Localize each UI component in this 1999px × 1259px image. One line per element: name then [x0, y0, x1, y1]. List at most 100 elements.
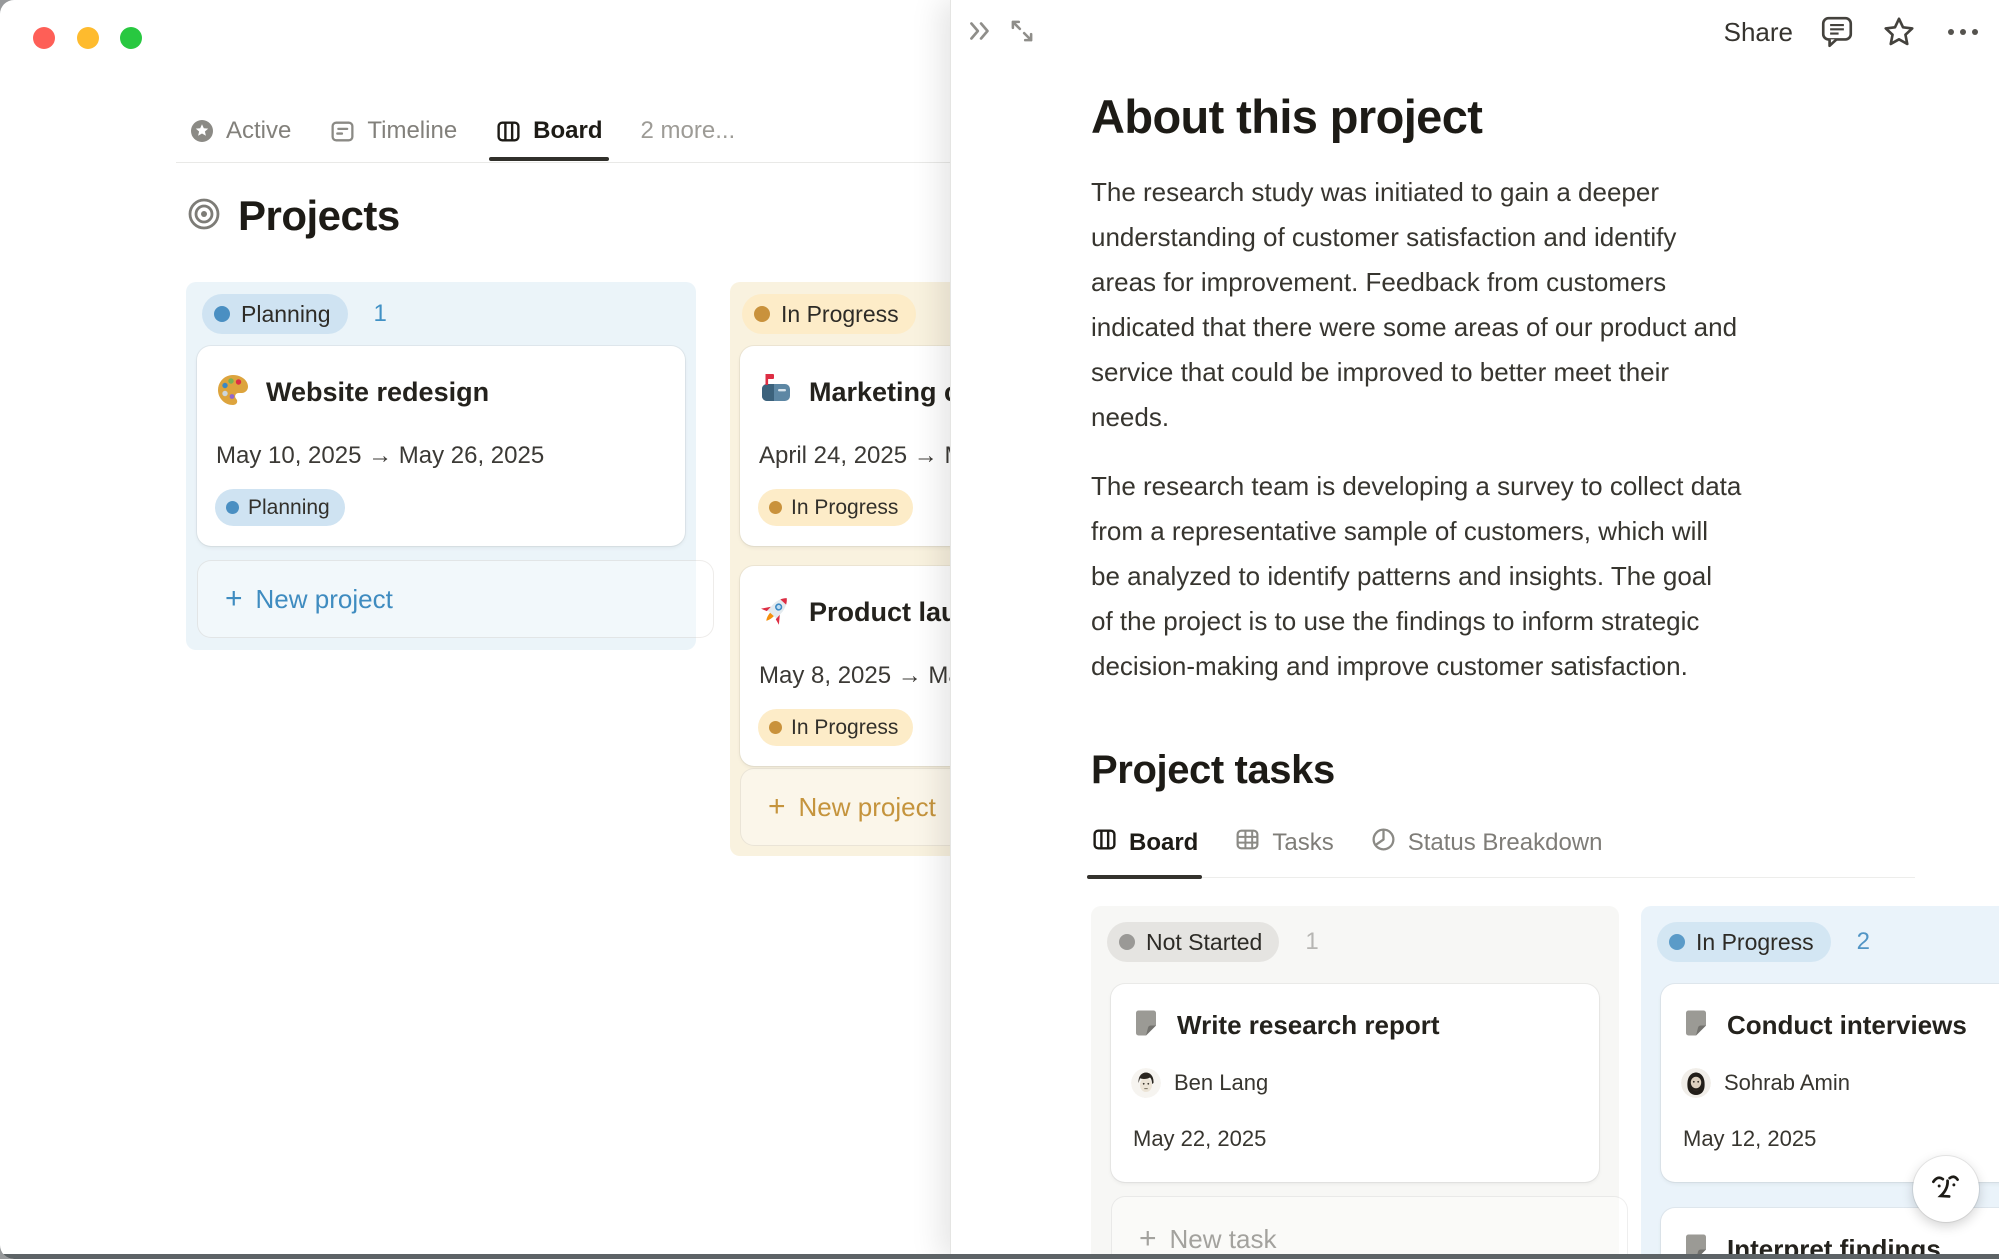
new-task-label: New task — [1170, 1224, 1277, 1255]
new-project-label: New project — [799, 792, 936, 823]
card-title: Conduct interviews — [1727, 1010, 1967, 1041]
zoom-button[interactable] — [120, 27, 142, 49]
status-dot — [1119, 934, 1135, 950]
card-status-pill: In Progress — [758, 709, 913, 746]
about-paragraph-1: The research study was initiated to gain… — [1091, 170, 1921, 440]
status-pill-planning[interactable]: Planning — [202, 294, 348, 334]
about-paragraph-2: The research team is developing a survey… — [1091, 464, 1921, 689]
new-project-button-planning[interactable]: + New project — [197, 560, 714, 638]
avatar-ben-lang — [1131, 1068, 1161, 1098]
double-chevron-right-icon[interactable] — [965, 16, 995, 46]
status-pill-not-started[interactable]: Not Started — [1107, 922, 1279, 962]
new-project-label: New project — [256, 584, 393, 615]
tab-active-view[interactable]: Active — [189, 117, 291, 145]
peek-toolbar-right: Share — [1724, 14, 1982, 50]
tab-more-views[interactable]: 2 more... — [641, 117, 736, 145]
status-pill-label: Planning — [248, 496, 330, 520]
notion-window: Active Timeline Board 2 more... Projects — [0, 0, 1999, 1259]
project-card-website-redesign[interactable]: Website redesign May 10, 2025 → May 26, … — [197, 346, 685, 546]
tabbar-divider — [176, 162, 966, 163]
status-pill-label: In Progress — [1696, 929, 1814, 956]
tab-status-breakdown[interactable]: Status Breakdown — [1370, 822, 1603, 864]
card-date: May 22, 2025 — [1133, 1126, 1266, 1152]
new-task-button[interactable]: + New task — [1111, 1196, 1628, 1259]
task-column-not-started: Not Started 1 Write research report Ben … — [1091, 906, 1619, 1259]
status-dot — [226, 501, 239, 514]
status-pill-label: In Progress — [791, 716, 898, 740]
tab-board-view[interactable]: Board — [495, 117, 602, 145]
assignee-name: Ben Lang — [1174, 1070, 1268, 1096]
task-column-header[interactable]: In Progress 2 — [1657, 922, 1870, 962]
notion-ai-button[interactable] — [1913, 1156, 1979, 1222]
table-icon — [1234, 826, 1261, 860]
status-dot — [754, 306, 770, 322]
board-icon — [1091, 826, 1118, 860]
card-date-range: May 10, 2025 → May 26, 2025 — [216, 442, 544, 470]
tab-task-board[interactable]: Board — [1091, 822, 1198, 864]
column-planning-header[interactable]: Planning 1 — [202, 294, 387, 334]
column-planning: Planning 1 Website redesign May 10, 2025… — [186, 282, 696, 650]
status-dot — [1669, 934, 1685, 950]
column-count: 1 — [374, 300, 387, 328]
tab-task-table[interactable]: Tasks — [1234, 822, 1333, 864]
status-pill-label: Not Started — [1146, 929, 1262, 956]
target-icon — [186, 196, 222, 237]
more-ellipsis-icon[interactable] — [1944, 14, 1982, 50]
plus-icon: + — [225, 584, 243, 614]
task-column-header[interactable]: Not Started 1 — [1107, 922, 1319, 962]
avatar-sohrab-amin — [1681, 1068, 1711, 1098]
status-pill-in-progress[interactable]: In Progress — [742, 294, 916, 334]
plus-icon: + — [768, 792, 786, 822]
peek-toolbar-left — [965, 16, 1037, 46]
tab-label: Board — [1129, 829, 1198, 857]
status-pill-in-progress[interactable]: In Progress — [1657, 922, 1831, 962]
notion-ai-face-icon — [1925, 1166, 1967, 1213]
tab-label: Active — [226, 117, 291, 145]
card-title: Product lau — [809, 597, 958, 628]
mailbox-icon — [758, 372, 794, 413]
page-doc-icon — [1681, 1008, 1711, 1043]
column-count: 1 — [1305, 928, 1318, 956]
timeline-icon — [329, 118, 356, 145]
task-view-tabs: Board Tasks Status Breakdown — [1091, 822, 1915, 878]
page-doc-icon — [1131, 1008, 1161, 1043]
view-tabs: Active Timeline Board 2 more... — [189, 110, 735, 152]
card-status-pill: In Progress — [758, 489, 913, 526]
tab-label: Board — [533, 117, 602, 145]
minimize-button[interactable] — [77, 27, 99, 49]
tab-label: 2 more... — [641, 117, 736, 145]
rocket-icon — [758, 592, 794, 633]
status-dot — [214, 306, 230, 322]
expand-diagonal-icon[interactable] — [1007, 16, 1037, 46]
card-title: Website redesign — [266, 377, 489, 408]
close-button[interactable] — [33, 27, 55, 49]
status-dot — [769, 501, 782, 514]
card-title: Write research report — [1177, 1010, 1440, 1041]
share-button[interactable]: Share — [1724, 17, 1793, 48]
comment-icon[interactable] — [1820, 14, 1854, 50]
page-title: Projects — [238, 192, 400, 240]
tab-timeline-view[interactable]: Timeline — [329, 117, 457, 145]
star-badge-icon — [189, 118, 215, 144]
star-icon[interactable] — [1881, 14, 1917, 50]
about-heading: About this project — [1091, 88, 1921, 146]
assignee-name: Sohrab Amin — [1724, 1070, 1850, 1096]
column-count: 2 — [1857, 928, 1870, 956]
task-card-conduct-interviews[interactable]: Conduct interviews Sohrab Amin May 12, 2… — [1661, 984, 1999, 1182]
status-pill-label: In Progress — [791, 496, 898, 520]
card-status-pill: Planning — [215, 489, 345, 526]
task-card-write-research-report[interactable]: Write research report Ben Lang May 22, 2… — [1111, 984, 1599, 1182]
tab-label: Tasks — [1272, 829, 1333, 857]
status-dot — [769, 721, 782, 734]
tab-label: Timeline — [367, 117, 457, 145]
pie-chart-icon — [1370, 826, 1397, 860]
card-title: Marketing c — [809, 377, 959, 408]
palette-icon — [215, 372, 251, 413]
tab-label: Status Breakdown — [1408, 829, 1603, 857]
page-header: Projects — [186, 192, 400, 240]
card-date-range: April 24, 2025 → M — [759, 442, 964, 470]
board-icon — [495, 118, 522, 145]
card-date-range: May 8, 2025 → Ma — [759, 662, 962, 690]
status-pill-label: Planning — [241, 301, 331, 328]
column-in-progress-header[interactable]: In Progress — [742, 294, 916, 334]
